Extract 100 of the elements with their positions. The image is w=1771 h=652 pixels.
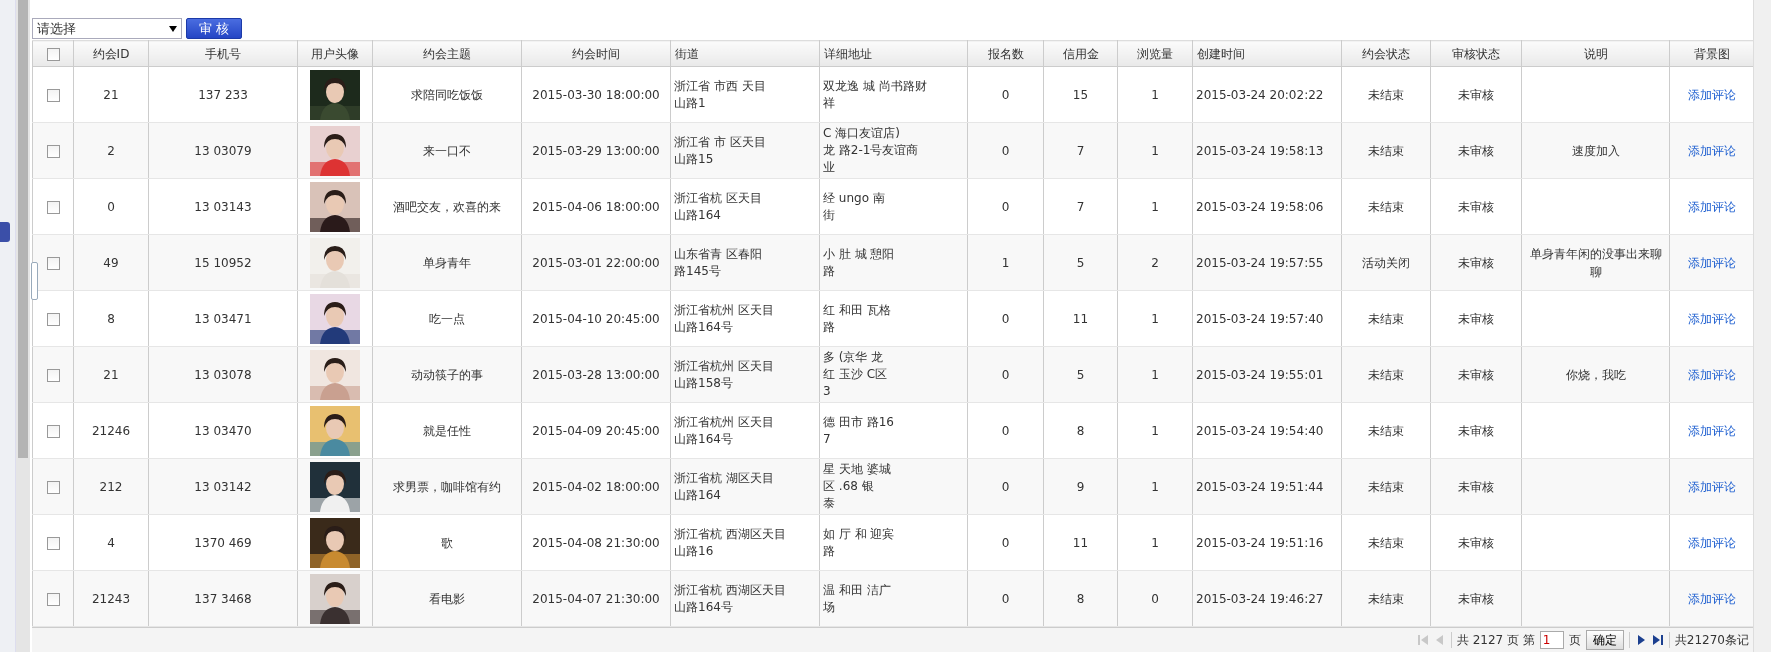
table-cell: 2015-03-24 19:46:27 <box>1196 591 1324 606</box>
table-cell: 小 肚 城 憩阳 路 <box>823 245 895 280</box>
checkbox[interactable] <box>46 312 60 326</box>
add-comment-link[interactable]: 添加评论 <box>1687 255 1736 270</box>
table-cell: 浙江省杭 湖区天目 山路164 <box>674 469 774 504</box>
checkbox[interactable] <box>46 424 60 438</box>
table-cell: 浙江省杭 西湖区天目 山路164号 <box>674 581 786 616</box>
table-cell: 0 <box>1001 479 1010 494</box>
table-cell: 星 天地 婆城 区 .68 银 泰 <box>823 461 891 513</box>
table-cell: 2015-03-24 19:57:40 <box>1196 311 1324 326</box>
checkbox[interactable] <box>46 536 60 550</box>
column-header[interactable]: 说明 <box>1583 46 1608 61</box>
table-cell: 浙江省杭州 区天目 山路164号 <box>674 301 774 336</box>
add-comment-link[interactable]: 添加评论 <box>1687 591 1736 606</box>
add-comment-link[interactable]: 添加评论 <box>1687 87 1736 102</box>
table-cell: 8 <box>107 311 115 326</box>
table-cell: 0 <box>1001 423 1010 438</box>
column-header[interactable]: 手机号 <box>205 46 241 61</box>
table-cell: 你烧，我吃 <box>1565 367 1626 382</box>
add-comment-link[interactable]: 添加评论 <box>1687 199 1736 214</box>
table-cell: 1 <box>1151 87 1159 102</box>
caret-icon <box>169 25 177 32</box>
table-cell: 13 03142 <box>194 479 252 494</box>
table-cell: 浙江省杭州 区天目 山路164号 <box>674 413 774 448</box>
table-cell: 吃一点 <box>429 311 465 326</box>
checkbox[interactable] <box>46 144 60 158</box>
table-cell: 浙江省 市西 天目 山路1 <box>674 77 766 112</box>
column-header[interactable]: 约会时间 <box>572 46 620 61</box>
add-comment-link[interactable]: 添加评论 <box>1687 367 1736 382</box>
table-cell: 1 <box>1151 479 1159 494</box>
table-cell: 15 <box>1072 87 1089 102</box>
table-cell: 21243 <box>91 591 131 606</box>
add-comment-link[interactable]: 添加评论 <box>1687 311 1736 326</box>
table-cell: 13 03143 <box>194 199 252 214</box>
table-cell: 9 <box>1076 479 1085 494</box>
checkbox[interactable] <box>46 368 60 382</box>
table-cell: 浙江省杭 西湖区天目 山路16 <box>674 525 786 560</box>
table-cell: 活动关闭 <box>1362 255 1410 270</box>
review-button[interactable]: 审 核 <box>186 18 243 40</box>
last-page-icon[interactable] <box>1651 634 1664 647</box>
confirm-button[interactable]: 确定 <box>1585 630 1624 651</box>
page-input[interactable]: 1 <box>1539 631 1564 650</box>
table-cell: 2015-03-24 19:55:01 <box>1196 367 1324 382</box>
table-cell: 11 <box>1072 535 1089 550</box>
table-cell: 双龙逸 城 尚书路财 祥 <box>823 77 927 112</box>
column-header[interactable]: 详细地址 <box>824 46 872 61</box>
table-cell: 多 (京华 龙 红 玉沙 C区 3 <box>823 349 887 401</box>
table-cell: 7 <box>1076 143 1085 158</box>
table-cell: 2015-03-28 13:00:00 <box>532 367 660 382</box>
table-cell: 212 <box>99 479 123 494</box>
column-header[interactable]: 创建时间 <box>1197 46 1245 61</box>
column-header[interactable]: 约会主题 <box>423 46 471 61</box>
table-cell: 2015-04-06 18:00:00 <box>532 199 660 214</box>
checkbox[interactable] <box>46 592 60 606</box>
table-cell: 21 <box>103 367 119 382</box>
table-cell: 1 <box>1151 311 1159 326</box>
table-cell: 2015-03-24 19:58:13 <box>1196 143 1324 158</box>
scrollbar-track[interactable] <box>1753 0 1771 652</box>
table-cell: 未审核 <box>1458 423 1494 438</box>
table-cell: 2015-03-30 18:00:00 <box>532 87 660 102</box>
collapse-handle[interactable] <box>31 262 38 300</box>
table-cell: 单身青年 <box>423 255 471 270</box>
table-cell: 未审核 <box>1458 87 1494 102</box>
table-cell: 11 <box>1072 311 1089 326</box>
checkbox[interactable] <box>46 256 60 270</box>
table-cell: 21246 <box>91 423 131 438</box>
table-cell: 速度加入 <box>1571 143 1620 158</box>
table-cell: 温 和田 洁广 场 <box>823 581 891 616</box>
table-cell: 未审核 <box>1458 367 1494 382</box>
table-cell: 未审核 <box>1458 199 1494 214</box>
table-cell: 红 和田 瓦格 路 <box>823 301 891 336</box>
table-cell: 未结束 <box>1368 199 1404 214</box>
table-cell: 2015-03-24 19:54:40 <box>1196 423 1324 438</box>
add-comment-link[interactable]: 添加评论 <box>1687 423 1736 438</box>
table-cell: 1370 469 <box>194 535 252 550</box>
table-cell: 0 <box>1001 143 1010 158</box>
sidebar-tab[interactable] <box>0 222 10 242</box>
table-cell: 0 <box>1001 199 1010 214</box>
table-cell: 13 03078 <box>194 367 252 382</box>
table-cell: 5 <box>1076 367 1085 382</box>
table-cell: 2015-03-24 19:51:44 <box>1196 479 1324 494</box>
table-cell: 1 <box>1151 143 1159 158</box>
column-header[interactable]: 街道 <box>675 46 699 61</box>
checkbox[interactable] <box>46 47 60 61</box>
add-comment-link[interactable]: 添加评论 <box>1687 479 1736 494</box>
table-cell: 未审核 <box>1458 255 1494 270</box>
table-cell: 求男票，咖啡馆有约 <box>393 479 501 494</box>
checkbox[interactable] <box>46 88 60 102</box>
add-comment-link[interactable]: 添加评论 <box>1687 143 1736 158</box>
table-cell: 0 <box>1001 367 1010 382</box>
checkbox[interactable] <box>46 480 60 494</box>
select-field[interactable]: 请选择 <box>32 18 182 40</box>
table-cell: 歌 <box>441 535 453 550</box>
scrollbar-thumb[interactable] <box>18 0 28 458</box>
table-cell: 未结束 <box>1368 535 1404 550</box>
table-cell: 未结束 <box>1368 367 1404 382</box>
checkbox[interactable] <box>46 200 60 214</box>
add-comment-link[interactable]: 添加评论 <box>1687 535 1736 550</box>
table-cell: 137 3468 <box>194 591 252 606</box>
table-cell: 4 <box>107 535 115 550</box>
